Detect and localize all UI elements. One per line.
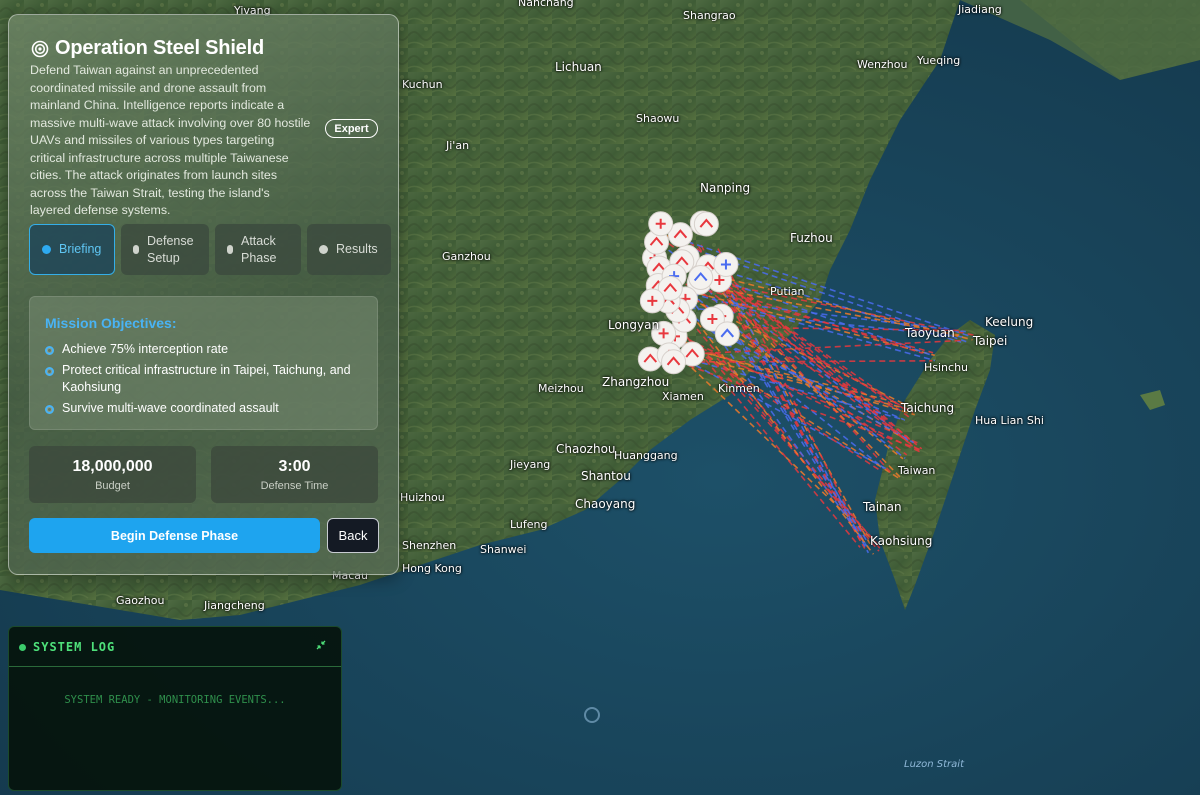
tab-indicator	[319, 245, 328, 254]
map-label: Lufeng	[510, 518, 548, 531]
map-label: Jiadiang	[958, 3, 1002, 16]
map-label: Kaohsiung	[870, 534, 933, 548]
map-label: Huizhou	[400, 491, 445, 504]
tab-indicator	[42, 245, 51, 254]
collapse-icon[interactable]	[315, 639, 327, 651]
defense-time-value: 3:00	[278, 457, 311, 475]
map-label: Taiwan	[898, 464, 936, 477]
map-label: Wenzhou	[857, 58, 908, 71]
budget-stat: 18,000,000 Budget	[29, 446, 196, 503]
map-label: Putian	[770, 285, 805, 298]
map-label: Shanwei	[480, 543, 527, 556]
tab-label: Briefing	[59, 242, 102, 256]
map-label: Shangrao	[683, 9, 736, 22]
objective-bullet-icon	[45, 367, 54, 376]
map-label: Taoyuan	[905, 326, 955, 340]
tab-label: Results	[336, 242, 378, 256]
objectives-title: Mission Objectives:	[45, 315, 177, 331]
system-log-header: SYSTEM LOG	[9, 627, 341, 667]
difficulty-badge: Expert	[325, 119, 378, 138]
map-label: Taipei	[973, 334, 1008, 348]
begin-defense-button[interactable]: Begin Defense Phase	[29, 518, 320, 553]
map-label: Huanggang	[614, 449, 678, 462]
panel-header: Operation Steel Shield	[31, 37, 264, 60]
map-label: Shaowu	[636, 112, 680, 125]
map-label: Fuzhou	[790, 231, 833, 245]
map-label: Kinmen	[718, 382, 760, 395]
map-label: Hong Kong	[402, 562, 462, 575]
map-label: Chaozhou	[556, 442, 616, 456]
objective-text: Achieve 75% interception rate	[62, 342, 229, 356]
mission-panel: Operation Steel Shield Defend Taiwan aga…	[8, 14, 399, 575]
budget-value: 18,000,000	[72, 457, 153, 475]
map-label: Kuchun	[402, 78, 443, 91]
defense-time-stat: 3:00 Defense Time	[211, 446, 378, 503]
system-log-panel: SYSTEM LOG SYSTEM READY - MONITORING EVE…	[8, 626, 342, 791]
objective-text: Protect critical infrastructure in Taipe…	[62, 363, 351, 394]
phase-tabs: Briefing Defense Setup Attack Phase Resu…	[29, 224, 391, 275]
map-label: Meizhou	[538, 382, 584, 395]
tab-label: Attack Phase	[241, 233, 277, 265]
objective-text: Survive multi-wave coordinated assault	[62, 401, 279, 415]
tab-results[interactable]: Results	[307, 224, 391, 275]
map-label: Shantou	[581, 469, 631, 483]
map-label: Chaoyang	[575, 497, 636, 511]
map-label: Longyan	[608, 318, 660, 332]
map-label: Keelung	[985, 315, 1034, 329]
map-label: Jieyang	[510, 458, 551, 471]
objective-item: Survive multi-wave coordinated assault	[45, 400, 365, 417]
map-label: Ganzhou	[442, 250, 491, 263]
tab-briefing[interactable]: Briefing	[29, 224, 115, 275]
map-label: Tainan	[863, 500, 902, 514]
system-log-message: SYSTEM READY - MONITORING EVENTS...	[64, 694, 286, 706]
mission-briefing: Defend Taiwan against an unprecedented c…	[30, 63, 311, 217]
threat-marker-icon[interactable]	[693, 211, 719, 237]
threat-marker-icon[interactable]	[713, 252, 739, 278]
map-label: Nanping	[700, 181, 751, 195]
tab-label: Defense Setup	[147, 233, 194, 265]
threat-marker-icon[interactable]	[639, 288, 665, 314]
map-label: Ji'an	[446, 139, 470, 152]
defense-time-label: Defense Time	[260, 479, 329, 492]
target-icon	[31, 40, 49, 57]
threat-marker-icon[interactable]	[714, 321, 740, 347]
tab-indicator	[227, 245, 233, 254]
map-label: Hua Lian Shi	[975, 414, 1044, 427]
map-label: Xiamen	[662, 390, 704, 403]
objective-bullet-icon	[45, 405, 54, 414]
mission-objectives: Mission Objectives: Achieve 75% intercep…	[29, 296, 378, 430]
map-label: Gaozhou	[116, 594, 165, 607]
map-label: Zhangzhou	[602, 375, 670, 389]
map-label: Jiangcheng	[204, 599, 265, 612]
map-label: Lichuan	[555, 60, 602, 74]
objective-item: Achieve 75% interception rate	[45, 341, 365, 358]
map-label: Shenzhen	[402, 539, 457, 552]
map-label: Yueqing	[917, 54, 961, 67]
map-label: Taichung	[901, 401, 955, 415]
threat-marker-icon[interactable]	[648, 211, 674, 237]
budget-label: Budget	[95, 479, 130, 492]
map-label: Hsinchu	[924, 361, 969, 374]
map-label-sea: Luzon Strait	[904, 759, 964, 770]
system-log-title: SYSTEM LOG	[33, 640, 116, 654]
back-button[interactable]: Back	[327, 518, 379, 553]
tab-indicator	[133, 245, 139, 254]
tab-defense-setup[interactable]: Defense Setup	[121, 224, 209, 275]
map-label: Nanchang	[518, 0, 574, 9]
mission-title: Operation Steel Shield	[55, 37, 264, 59]
threat-marker-icon[interactable]	[688, 264, 714, 290]
status-dot-icon	[19, 644, 26, 651]
objective-item: Protect critical infrastructure in Taipe…	[45, 362, 365, 396]
objective-bullet-icon	[45, 346, 54, 355]
threat-marker-icon[interactable]	[661, 349, 687, 375]
tab-attack-phase[interactable]: Attack Phase	[215, 224, 301, 275]
objectives-list: Achieve 75% interception rate Protect cr…	[45, 341, 365, 421]
